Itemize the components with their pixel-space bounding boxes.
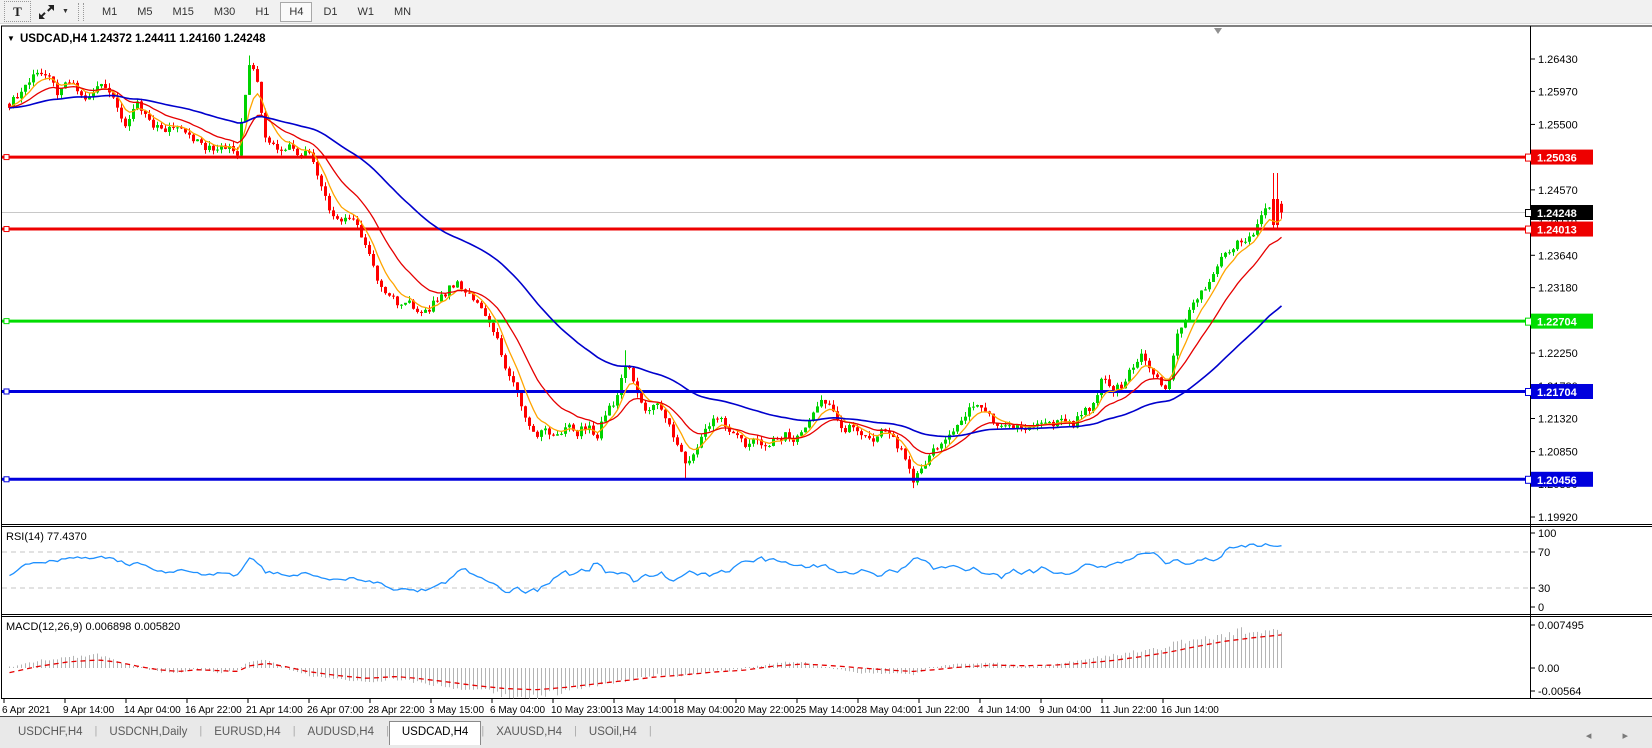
tab-xauusd-h4[interactable]: XAUUSD,H4 <box>484 722 574 743</box>
svg-text:1.20850: 1.20850 <box>1538 447 1578 459</box>
tab-scroll-arrows: ◂ ▸ <box>1586 729 1642 742</box>
diagonal-arrows-icon <box>39 5 54 19</box>
tab-usoil-h4[interactable]: USOil,H4 <box>577 722 649 743</box>
tabs-scroll-right-icon[interactable]: ▸ <box>1622 730 1642 742</box>
svg-text:1.24248: 1.24248 <box>1537 208 1577 220</box>
timeframe-buttons: M1M5M15M30H1H4D1W1MN <box>92 2 421 22</box>
macd-label: MACD(12,26,9) 0.006898 0.005820 <box>6 621 180 633</box>
timeframe-button-w1[interactable]: W1 <box>349 2 384 22</box>
tab-eurusd-h4[interactable]: EURUSD,H4 <box>202 722 292 743</box>
svg-text:1.24013: 1.24013 <box>1537 225 1577 237</box>
text-tool-icon: T <box>13 5 22 18</box>
svg-text:9 Jun 04:00: 9 Jun 04:00 <box>1039 705 1092 716</box>
svg-text:25 May 14:00: 25 May 14:00 <box>795 705 856 716</box>
toolbar-grip[interactable] <box>78 3 84 21</box>
svg-text:100: 100 <box>1538 528 1556 540</box>
timeframe-button-m30[interactable]: M30 <box>205 2 244 22</box>
svg-text:11 Jun 22:00: 11 Jun 22:00 <box>1100 705 1158 716</box>
chart-area: RSI(14) 77.4370 MACD(12,26,9) 0.006898 0.… <box>0 24 1652 716</box>
timeframe-button-h1[interactable]: H1 <box>246 2 278 22</box>
svg-text:1.23640: 1.23640 <box>1538 250 1578 262</box>
svg-text:16 Jun 14:00: 16 Jun 14:00 <box>1161 705 1219 716</box>
tool-dropdown-caret[interactable]: ▼ <box>62 8 69 15</box>
chart-canvas[interactable]: RSI(14) 77.4370 MACD(12,26,9) 0.006898 0.… <box>0 24 1652 716</box>
svg-text:10 May 23:00: 10 May 23:00 <box>551 705 612 716</box>
svg-text:18 May 04:00: 18 May 04:00 <box>673 705 734 716</box>
svg-text:13 May 14:00: 13 May 14:00 <box>612 705 673 716</box>
svg-text:70: 70 <box>1538 547 1550 559</box>
timeframe-button-m15[interactable]: M15 <box>164 2 203 22</box>
rsi-label: RSI(14) 77.4370 <box>6 531 87 543</box>
svg-text:1.21320: 1.21320 <box>1538 414 1578 426</box>
svg-text:9 Apr 14:00: 9 Apr 14:00 <box>63 705 115 716</box>
svg-text:28 May 04:00: 28 May 04:00 <box>856 705 917 716</box>
symbol-tabbar: USDCHF,H4|USDCNH,Daily|EURUSD,H4|AUDUSD,… <box>0 716 1652 748</box>
svg-text:14 Apr 04:00: 14 Apr 04:00 <box>124 705 181 716</box>
svg-text:28 Apr 22:00: 28 Apr 22:00 <box>368 705 425 716</box>
svg-text:6 May 04:00: 6 May 04:00 <box>490 705 545 716</box>
svg-text:20 May 22:00: 20 May 22:00 <box>734 705 795 716</box>
svg-text:1.25970: 1.25970 <box>1538 86 1578 98</box>
svg-text:1.23180: 1.23180 <box>1538 283 1578 295</box>
svg-text:4 Jun 14:00: 4 Jun 14:00 <box>978 705 1031 716</box>
tab-usdcnh-daily[interactable]: USDCNH,Daily <box>97 722 199 743</box>
crosshair-tool-button[interactable] <box>33 1 60 22</box>
svg-text:1.24570: 1.24570 <box>1538 185 1578 197</box>
svg-text:1.22250: 1.22250 <box>1538 348 1578 360</box>
price-badge-1.21704: 1.21704 <box>1526 384 1594 399</box>
price-badge-1.20456: 1.20456 <box>1526 472 1594 487</box>
top-toolbar: T ▼ M1M5M15M30H1H4D1W1MN <box>0 0 1652 24</box>
svg-text:1.20456: 1.20456 <box>1537 475 1577 487</box>
tab-separator: | <box>649 725 652 737</box>
svg-text:0: 0 <box>1538 602 1544 614</box>
timeframe-button-h4[interactable]: H4 <box>280 2 312 22</box>
price-badge-1.22704: 1.22704 <box>1526 314 1594 329</box>
text-tool-button[interactable]: T <box>4 1 31 22</box>
tab-usdcad-h4[interactable]: USDCAD,H4 <box>389 721 481 745</box>
svg-text:26 Apr 07:00: 26 Apr 07:00 <box>307 705 364 716</box>
svg-text:1.25500: 1.25500 <box>1538 119 1578 131</box>
svg-text:1.19920: 1.19920 <box>1538 512 1578 524</box>
timeframe-button-m5[interactable]: M5 <box>128 2 161 22</box>
timeframe-button-d1[interactable]: D1 <box>314 2 346 22</box>
price-badge-1.25036: 1.25036 <box>1526 150 1594 165</box>
chart-background <box>0 24 1652 716</box>
svg-text:30: 30 <box>1538 583 1550 595</box>
svg-text:6 Apr 2021: 6 Apr 2021 <box>2 705 51 716</box>
svg-text:1.25036: 1.25036 <box>1537 153 1577 165</box>
chart-title-marker: ▼ <box>7 34 15 43</box>
svg-text:0.007495: 0.007495 <box>1538 620 1584 632</box>
current-price-badge: 1.24248 <box>1526 205 1594 220</box>
svg-text:1 Jun 22:00: 1 Jun 22:00 <box>917 705 970 716</box>
timeframe-button-mn[interactable]: MN <box>385 2 420 22</box>
tab-audusd-h4[interactable]: AUDUSD,H4 <box>296 722 386 743</box>
svg-text:1.21704: 1.21704 <box>1537 387 1578 399</box>
svg-text:21 Apr 14:00: 21 Apr 14:00 <box>246 705 303 716</box>
price-badge-1.24013: 1.24013 <box>1526 222 1594 237</box>
svg-text:1.22704: 1.22704 <box>1537 317 1578 329</box>
chart-title: ▼ USDCAD,H4 1.24372 1.24411 1.24160 1.242… <box>7 33 266 45</box>
svg-text:16 Apr 22:00: 16 Apr 22:00 <box>185 705 242 716</box>
chart-title-text: USDCAD,H4 1.24372 1.24411 1.24160 1.2424… <box>20 33 266 45</box>
svg-text:0.00: 0.00 <box>1538 663 1559 675</box>
svg-text:-0.00564: -0.00564 <box>1538 686 1581 698</box>
symbol-tabs: USDCHF,H4|USDCNH,Daily|EURUSD,H4|AUDUSD,… <box>6 719 652 743</box>
svg-text:1.26430: 1.26430 <box>1538 54 1578 66</box>
timeframe-button-m1[interactable]: M1 <box>93 2 126 22</box>
tabs-scroll-left-icon[interactable]: ◂ <box>1586 730 1606 742</box>
tab-usdchf-h4[interactable]: USDCHF,H4 <box>6 722 95 743</box>
svg-text:3 May 15:00: 3 May 15:00 <box>429 705 484 716</box>
mt4-window: T ▼ M1M5M15M30H1H4D1W1MN RSI(14) 77.4370… <box>0 0 1652 748</box>
